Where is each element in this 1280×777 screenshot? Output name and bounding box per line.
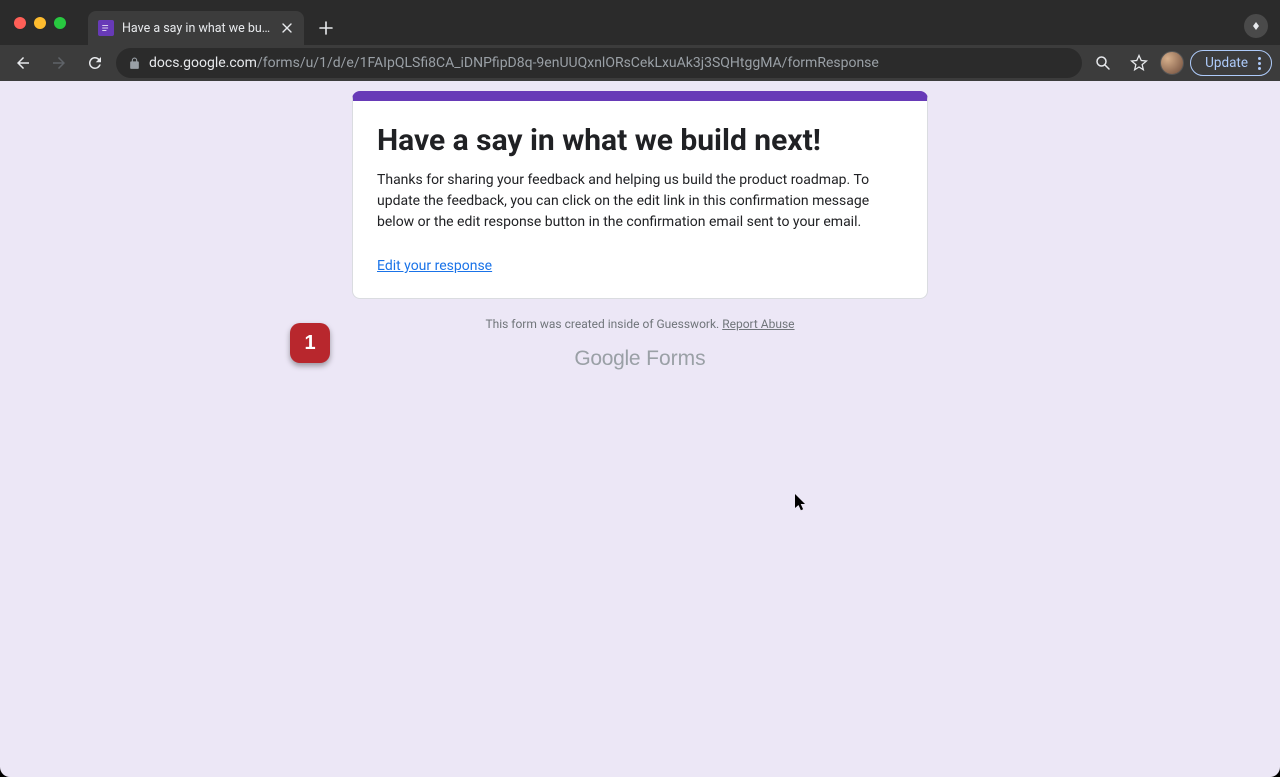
address-bar[interactable]: docs.google.com/forms/u/1/d/e/1FAIpQLSfi… — [116, 48, 1082, 78]
form-confirmation-container: Have a say in what we build next! Thanks… — [352, 91, 928, 371]
annotation-badge-1: 1 — [290, 323, 330, 363]
logo-forms-text: Forms — [640, 347, 705, 370]
tab-title: Have a say in what we build ne — [122, 21, 272, 36]
url-host: docs.google.com — [149, 55, 257, 71]
back-button[interactable] — [8, 48, 38, 78]
browser-tab-strip: Have a say in what we build ne — [0, 0, 1280, 45]
extension-icon[interactable] — [1244, 14, 1268, 38]
cursor-icon — [795, 494, 809, 516]
edit-response-link[interactable]: Edit your response — [377, 258, 492, 274]
bookmark-star-icon[interactable] — [1124, 48, 1154, 78]
window-controls — [0, 17, 80, 45]
browser-toolbar: docs.google.com/forms/u/1/d/e/1FAIpQLSfi… — [0, 45, 1280, 81]
window-close-button[interactable] — [14, 17, 26, 29]
page-viewport: Have a say in what we build next! Thanks… — [0, 81, 1280, 777]
form-title: Have a say in what we build next! — [377, 123, 903, 158]
zoom-icon[interactable] — [1088, 48, 1118, 78]
kebab-menu-icon[interactable] — [1254, 57, 1261, 70]
url-text: docs.google.com/forms/u/1/d/e/1FAIpQLSfi… — [149, 55, 879, 71]
forward-button[interactable] — [44, 48, 74, 78]
disclaimer-text: This form was created inside of Guesswor… — [485, 317, 722, 331]
report-abuse-link[interactable]: Report Abuse — [722, 317, 794, 331]
lock-icon — [128, 57, 141, 70]
window-minimize-button[interactable] — [34, 17, 46, 29]
tab-list: Have a say in what we build ne — [80, 0, 1280, 45]
logo-google-text: Google — [574, 347, 640, 370]
forms-favicon-icon — [98, 20, 114, 36]
form-disclaimer: This form was created inside of Guesswor… — [352, 317, 928, 331]
url-path: /forms/u/1/d/e/1FAIpQLSfi8CA_iDNPfipD8q-… — [257, 55, 879, 71]
form-confirmation-card: Have a say in what we build next! Thanks… — [352, 91, 928, 299]
profile-avatar[interactable] — [1160, 51, 1184, 75]
google-forms-logo[interactable]: Google Forms — [352, 347, 928, 371]
confirmation-message: Thanks for sharing your feedback and hel… — [377, 170, 903, 233]
update-button-label: Update — [1205, 55, 1248, 71]
window-maximize-button[interactable] — [54, 17, 66, 29]
tab-close-icon[interactable] — [280, 21, 294, 35]
browser-tab-active[interactable]: Have a say in what we build ne — [88, 11, 304, 45]
new-tab-button[interactable] — [312, 14, 340, 42]
reload-button[interactable] — [80, 48, 110, 78]
update-button[interactable]: Update — [1190, 50, 1272, 76]
